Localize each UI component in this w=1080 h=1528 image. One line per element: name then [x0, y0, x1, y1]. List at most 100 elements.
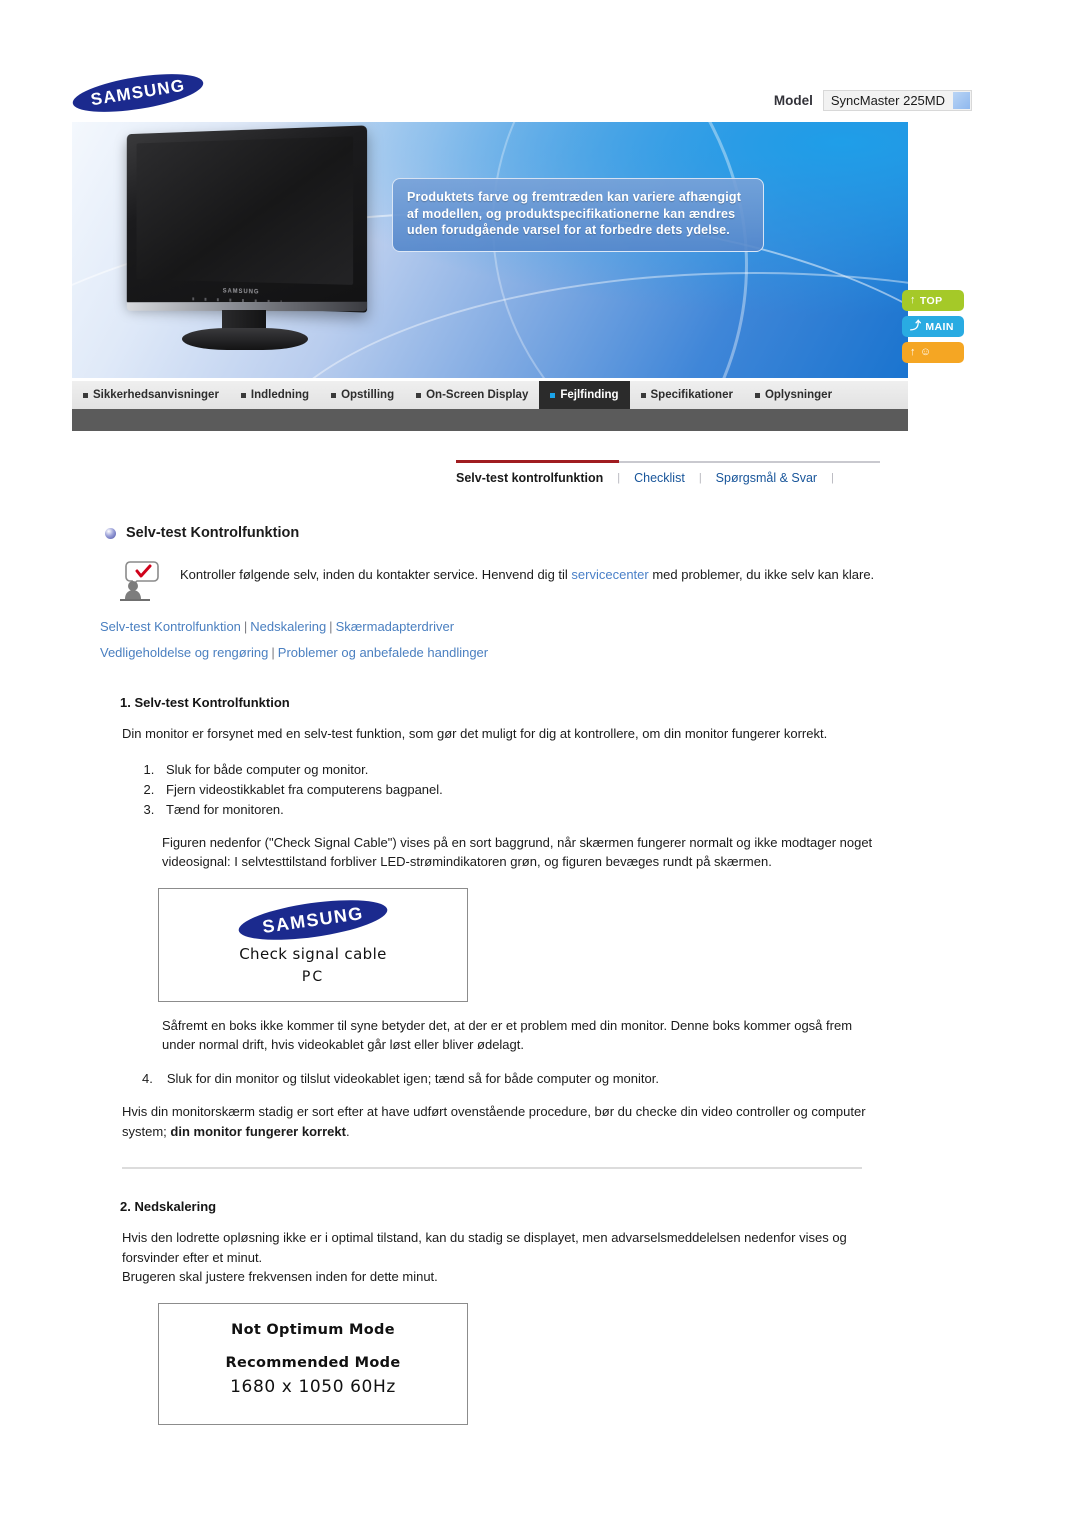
arrow-turn-icon: ⤴	[910, 320, 922, 332]
monitor-brand-label: SAMSUNG	[222, 288, 260, 296]
closing-part-2: .	[345, 1123, 350, 1139]
go-index-button[interactable]: ↑ ☺	[902, 342, 964, 363]
nav-bottom-bar	[72, 409, 908, 431]
link-separator: |	[329, 619, 333, 634]
intro-text-part1: Kontroller følgende selv, inden du konta…	[180, 567, 572, 582]
arrow-up-icon: ↑	[910, 294, 916, 306]
figure-line-2: PC	[301, 968, 325, 985]
nav-label: Sikkerhedsanvisninger	[93, 389, 219, 401]
figure-line-1: Check signal cable	[239, 944, 387, 963]
figure2-resolution: 1680 x 1050 60Hz	[230, 1376, 396, 1397]
bullet-square-icon	[331, 392, 337, 398]
samsung-logo-text: SAMSUNG	[89, 75, 187, 110]
monitor-screen	[136, 136, 354, 285]
link-selv-test-kontrolfunktion[interactable]: Selv-test Kontrolfunktion	[100, 619, 241, 634]
related-links-row-1: Selv-test Kontrolfunktion | Nedskalering | S…	[100, 615, 880, 639]
section-1-intro-paragraph: Din monitor er forsynet med en selv-test…	[122, 726, 828, 741]
page-title: Selv-test Kontrolfunktion	[126, 525, 300, 541]
check-signal-cable-figure: SAMSUNG Check signal cable PC	[158, 887, 468, 1002]
samsung-logo: SAMSUNG	[70, 66, 206, 120]
section-1-closing-paragraph: Hvis din monitorskærm stadig er sort eft…	[122, 1102, 880, 1141]
section-2-paragraph-2: Brugeren skal justere frekvensen inden f…	[122, 1269, 438, 1284]
page-title-row: Selv-test Kontrolfunktion	[100, 525, 880, 541]
servicecenter-link[interactable]: servicecenter	[571, 567, 648, 582]
step-4-text: Sluk for din monitor og tilslut videokab…	[166, 1070, 659, 1086]
main-navigation-bar: Sikkerhedsanvisninger Indledning Opstill…	[72, 381, 908, 409]
side-navigation-buttons: ↑ TOP ⤴ MAIN ↑ ☺	[902, 290, 972, 368]
figure2-line-1: Not Optimum Mode	[231, 1321, 395, 1338]
section-1-heading: 1. Selv-test Kontrolfunktion	[120, 695, 290, 710]
arrow-up-icon-2: ↑	[910, 346, 916, 358]
step-4-number: 4.	[142, 1070, 153, 1086]
link-vedligeholdelse-og-rengoering[interactable]: Vedligeholdelse og rengøring	[100, 645, 268, 660]
section-2-paragraph-1: Hvis den lodrette opløsning ikke er i op…	[122, 1230, 847, 1265]
list-item: Sluk for både computer og monitor.	[158, 760, 880, 779]
list-item: Fjern videostikkablet fra computerens ba…	[158, 780, 880, 799]
subnav-separator-1: |	[617, 472, 621, 484]
hero-banner: SAMSUNG Produktets farve og fremtræden k…	[72, 122, 908, 378]
related-links-row-2: Vedligeholdelse og rengøring | Problemer o…	[100, 641, 880, 665]
nav-label: On-Screen Display	[426, 389, 529, 401]
bullet-square-icon	[754, 392, 760, 398]
nav-item-on-screen-display[interactable]: On-Screen Display	[405, 381, 539, 409]
link-nedskalering[interactable]: Nedskalering	[250, 619, 326, 634]
section-divider	[122, 1167, 862, 1169]
figure-samsung-logo: SAMSUNG	[236, 892, 390, 947]
intro-text: Kontroller følgende selv, inden du konta…	[180, 557, 874, 584]
intro-text-part2: med problemer, du ikke selv kan klare.	[648, 567, 875, 582]
link-separator: |	[271, 645, 275, 660]
model-label: Model	[773, 93, 813, 108]
section-2-heading: 2. Nedskalering	[120, 1199, 217, 1214]
link-skaermadapterdriver[interactable]: Skærmadapterdriver	[336, 619, 455, 634]
book-icon: ☺	[919, 346, 932, 358]
monitor-stand-base	[182, 328, 308, 350]
page-header: SAMSUNG Model SyncMaster 225MD	[70, 66, 980, 120]
model-value-box: SyncMaster 225MD	[822, 90, 972, 111]
bullet-square-icon-active	[550, 392, 556, 398]
model-indicator: Model SyncMaster 225MD	[774, 90, 972, 111]
intro-notice: Kontroller følgende selv, inden du konta…	[118, 557, 880, 603]
section-1-steps-list: Sluk for både computer og monitor. Fjern…	[100, 760, 880, 819]
nav-label: Specifikationer	[650, 389, 733, 401]
link-problemer-og-anbefalede-handlinger[interactable]: Problemer og anbefalede handlinger	[278, 645, 488, 660]
nav-item-indledning[interactable]: Indledning	[230, 381, 320, 409]
monitor-bezel: SAMSUNG	[126, 125, 368, 313]
bullet-square-icon	[640, 392, 646, 398]
monitor-product-image: SAMSUNG	[110, 125, 368, 354]
go-main-label: MAIN	[925, 320, 954, 333]
go-main-button[interactable]: ⤴ MAIN	[902, 316, 964, 337]
nav-label: Opstilling	[341, 389, 395, 401]
nav-item-specifikationer[interactable]: Specifikationer	[630, 381, 744, 409]
subnav-item-spoergsmaal-svar[interactable]: Spørgsmål & Svar	[716, 471, 817, 485]
list-item: Tænd for monitoren.	[158, 800, 880, 819]
nav-label: Oplysninger	[764, 389, 833, 401]
banner-callout: Produktets farve og fremtræden kan varie…	[392, 178, 764, 252]
section-1-paragraph-after-steps: Figuren nedenfor ("Check Signal Cable") …	[162, 834, 873, 870]
nav-label: Indledning	[250, 389, 310, 401]
link-separator: |	[243, 619, 248, 634]
main-content: Selv-test Kontrolfunktion Kontroller føl…	[100, 525, 880, 1425]
subnav-separator-2: |	[698, 472, 702, 484]
subnav-rule-active	[456, 460, 619, 463]
person-checkmark-icon	[120, 561, 159, 601]
nav-item-fejlfinding[interactable]: Fejlfinding	[539, 381, 630, 409]
bullet-square-icon	[240, 392, 246, 398]
nav-item-oplysninger[interactable]: Oplysninger	[744, 381, 843, 409]
nav-item-opstilling[interactable]: Opstilling	[320, 381, 405, 409]
orb-bullet-icon	[105, 527, 116, 539]
subnav-item-checklist[interactable]: Checklist	[634, 471, 685, 485]
model-color-swatch-icon	[953, 92, 970, 109]
section-1-step-4: 4. Sluk for din monitor og tilslut video…	[142, 1069, 880, 1089]
section-1-paragraph-after-figure: Såfremt en boks ikke kommer til syne bet…	[162, 1017, 853, 1053]
subnav-item-selv-test[interactable]: Selv-test kontrolfunktion	[456, 471, 603, 485]
go-top-button[interactable]: ↑ TOP	[902, 290, 964, 311]
figure-logo-text: SAMSUNG	[261, 902, 365, 937]
model-value: SyncMaster 225MD	[830, 93, 945, 108]
nav-item-sikkerhedsanvisninger[interactable]: Sikkerhedsanvisninger	[72, 381, 230, 409]
bullet-square-icon	[83, 392, 88, 398]
go-top-label: TOP	[919, 294, 943, 307]
figure2-line-2: Recommended Mode	[225, 1354, 401, 1371]
subnav-separator-3: |	[831, 472, 834, 484]
bullet-square-icon	[416, 392, 422, 398]
nav-label: Fejlfinding	[560, 389, 619, 401]
